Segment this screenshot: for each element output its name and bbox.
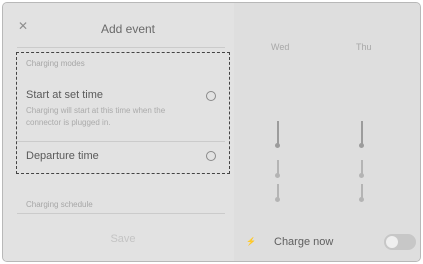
divider (17, 47, 225, 48)
plug-icon: ⚡ (246, 237, 256, 246)
divider (17, 213, 225, 214)
charge-now-toggle[interactable] (384, 234, 416, 250)
schedule-marker[interactable] (358, 184, 366, 204)
charging-calendar: Wed Thu (234, 3, 420, 261)
charge-now-row: ⚡ Charge now (234, 228, 420, 261)
schedule-marker[interactable] (274, 160, 282, 180)
close-icon[interactable]: ✕ (18, 20, 28, 32)
toggle-knob (386, 236, 398, 248)
charging-modes-highlight (16, 52, 230, 174)
schedule-marker[interactable] (358, 121, 366, 151)
charging-schedule-label: Charging schedule (26, 200, 93, 209)
charge-now-label: Charge now (274, 236, 334, 248)
schedule-marker[interactable] (274, 184, 282, 204)
schedule-marker[interactable] (274, 121, 282, 151)
save-button[interactable]: Save (63, 233, 183, 245)
schedule-marker[interactable] (358, 160, 366, 180)
day-header-thu: Thu (356, 42, 372, 52)
screen: Wed Thu ✕ Add event Charging modes Start… (2, 2, 421, 262)
panel-title: Add event (100, 22, 156, 36)
add-event-panel: ✕ Add event Charging modes Start at set … (3, 3, 234, 261)
day-header-wed: Wed (271, 42, 290, 52)
